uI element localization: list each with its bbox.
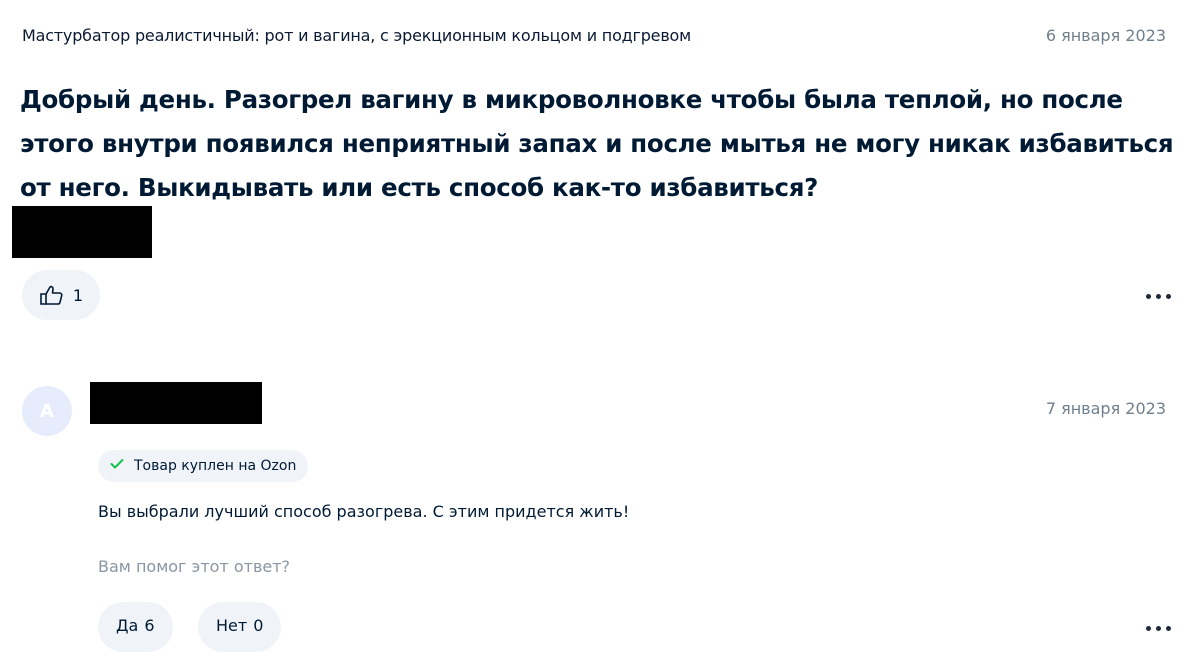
avatar[interactable]: А xyxy=(22,386,72,436)
answer-more-menu-button[interactable] xyxy=(1138,618,1178,638)
purchase-badge: Товар куплен на Ozon xyxy=(98,450,309,482)
vote-yes-button[interactable]: Да 6 xyxy=(98,602,173,652)
dot-icon xyxy=(1165,293,1171,299)
vote-yes-count: 6 xyxy=(144,616,155,635)
question-text: Добрый день. Разогрел вагину в микроволн… xyxy=(20,85,1174,202)
dot-icon xyxy=(1165,625,1171,631)
redacted-username xyxy=(90,382,262,424)
purchase-badge-label: Товар куплен на Ozon xyxy=(134,458,297,474)
vote-no-button[interactable]: Нет 0 xyxy=(198,602,282,652)
like-button[interactable]: 1 xyxy=(22,270,100,320)
checkmark-icon xyxy=(110,458,124,474)
vote-no-label: Нет xyxy=(216,616,248,635)
answer-text: Вы выбрали лучший способ разогрева. С эт… xyxy=(98,502,630,521)
helpful-prompt: Вам помог этот ответ? xyxy=(98,557,291,576)
dot-icon xyxy=(1155,625,1161,631)
answer-date: 7 января 2023 xyxy=(1045,399,1166,418)
dot-icon xyxy=(1145,625,1151,631)
question-date: 6 января 2023 xyxy=(1045,26,1166,45)
dot-icon xyxy=(1155,293,1161,299)
vote-no-count: 0 xyxy=(253,616,264,635)
like-count: 1 xyxy=(72,285,84,305)
dot-icon xyxy=(1145,293,1151,299)
question-more-menu-button[interactable] xyxy=(1138,286,1178,306)
product-title[interactable]: Мастурбатор реалистичный: рот и вагина, … xyxy=(22,26,691,45)
vote-yes-label: Да xyxy=(116,616,139,635)
redacted-author xyxy=(12,206,152,258)
thumbs-up-icon xyxy=(39,284,65,306)
